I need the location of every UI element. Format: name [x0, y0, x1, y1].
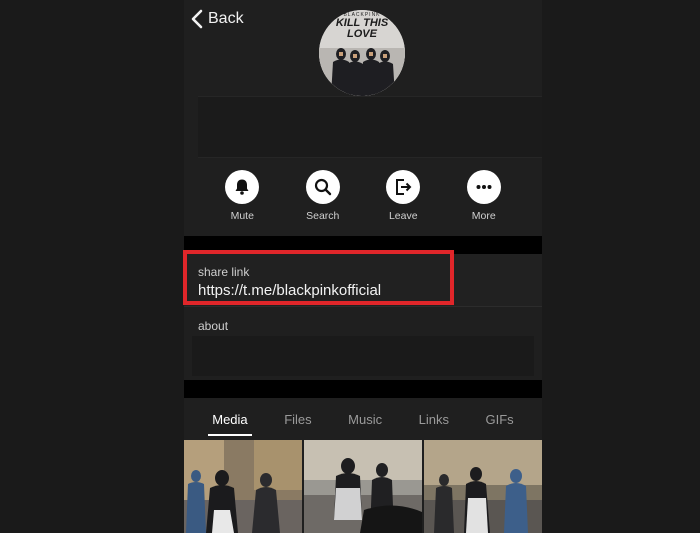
share-link-label: share link: [198, 265, 250, 279]
photo-thumbnail-image: [304, 440, 422, 533]
more-label: More: [471, 210, 496, 222]
tab-files[interactable]: Files: [280, 402, 315, 437]
leave-label: Leave: [388, 210, 418, 222]
about-content: [192, 336, 534, 376]
about-label: about: [198, 319, 229, 333]
tab-links[interactable]: Links: [415, 402, 453, 437]
channel-info-screen: Back BLACKPINK KILL THIS LOVE Mute Searc…: [184, 0, 542, 533]
mute-button[interactable]: Mute: [212, 170, 272, 228]
share-link-row[interactable]: share link https://t.me/blackpinkofficia…: [184, 254, 542, 307]
search-button[interactable]: Search: [293, 170, 353, 228]
media-thumbnail[interactable]: [424, 440, 542, 533]
section-divider: [184, 236, 542, 254]
more-button[interactable]: More: [454, 170, 514, 228]
media-grid: [184, 440, 542, 533]
tab-music[interactable]: Music: [344, 402, 386, 437]
avatar-title-text: KILL THIS LOVE: [335, 17, 389, 40]
about-row: about: [184, 308, 542, 378]
back-button[interactable]: Back: [190, 8, 244, 30]
photo-thumbnail-image: [184, 440, 302, 533]
tab-gifs[interactable]: GIFs: [482, 402, 518, 437]
media-thumbnail[interactable]: [184, 440, 302, 533]
media-tabs: Media Files Music Links GIFs: [184, 398, 542, 440]
back-label: Back: [208, 10, 244, 27]
channel-title-area: [198, 96, 542, 158]
bell-icon: [235, 179, 249, 195]
search-icon: [314, 178, 331, 196]
leave-icon: [396, 179, 412, 195]
action-bar: Mute Search Leave More: [184, 170, 542, 228]
photo-thumbnail-image: [424, 440, 542, 533]
section-divider: [184, 380, 542, 398]
chevron-left-icon: [191, 9, 203, 29]
more-icon: [476, 185, 492, 189]
share-link-url[interactable]: https://t.me/blackpinkofficial: [198, 282, 381, 299]
mute-label: Mute: [230, 210, 254, 222]
tab-media[interactable]: Media: [208, 402, 253, 437]
media-thumbnail[interactable]: [304, 440, 422, 533]
leave-button[interactable]: Leave: [373, 170, 433, 228]
search-label: Search: [306, 210, 340, 222]
